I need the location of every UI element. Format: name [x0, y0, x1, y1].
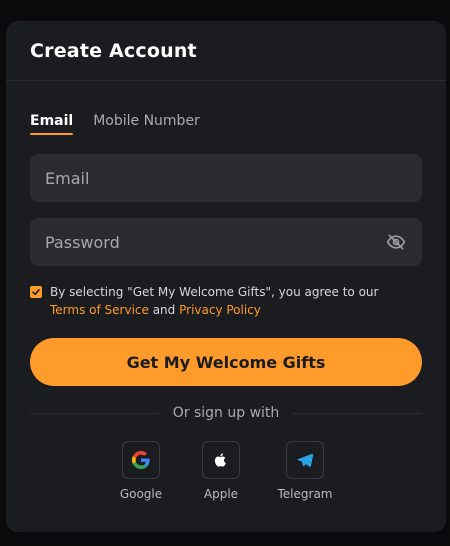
divider-line-left [30, 412, 159, 414]
modal-header: Create Account [6, 21, 446, 81]
create-account-modal: Create Account Email Mobile Number By se… [6, 21, 446, 532]
terms-of-service-link[interactable]: Terms of Service [50, 303, 149, 317]
signup-method-tabs: Email Mobile Number [30, 111, 200, 137]
password-input[interactable] [45, 232, 385, 252]
google-button[interactable] [122, 441, 160, 479]
apple-icon [214, 453, 226, 467]
agreement-text-before: By selecting "Get My Welcome Gifts", you… [50, 285, 379, 299]
agree-checkbox[interactable] [30, 286, 42, 298]
social-signup-options: Google Apple Telegram [6, 441, 446, 511]
apple-button[interactable] [202, 441, 240, 479]
social-google: Google [111, 441, 171, 501]
social-apple: Apple [191, 441, 251, 501]
modal-title: Create Account [30, 39, 197, 62]
get-welcome-gifts-button[interactable]: Get My Welcome Gifts [30, 338, 422, 386]
agreement-text: By selecting "Get My Welcome Gifts", you… [50, 283, 410, 319]
google-label: Google [119, 487, 163, 501]
password-field [30, 218, 422, 266]
social-telegram: Telegram [275, 441, 335, 501]
divider-label: Or sign up with [172, 405, 280, 421]
terms-agreement: By selecting "Get My Welcome Gifts", you… [30, 283, 410, 319]
tab-email[interactable]: Email [30, 111, 74, 135]
tab-mobile-number[interactable]: Mobile Number [93, 111, 200, 135]
agreement-text-middle: and [148, 303, 180, 317]
apple-label: Apple [203, 487, 239, 501]
telegram-button[interactable] [286, 441, 324, 479]
google-icon [132, 451, 150, 469]
telegram-icon [297, 453, 314, 467]
divider-line-right [293, 412, 422, 414]
telegram-label: Telegram [277, 487, 333, 501]
eye-off-icon[interactable] [385, 231, 407, 253]
email-field [30, 154, 422, 202]
social-divider: Or sign up with [30, 405, 422, 421]
email-input[interactable] [45, 168, 407, 188]
privacy-policy-link[interactable]: Privacy Policy [179, 303, 261, 317]
